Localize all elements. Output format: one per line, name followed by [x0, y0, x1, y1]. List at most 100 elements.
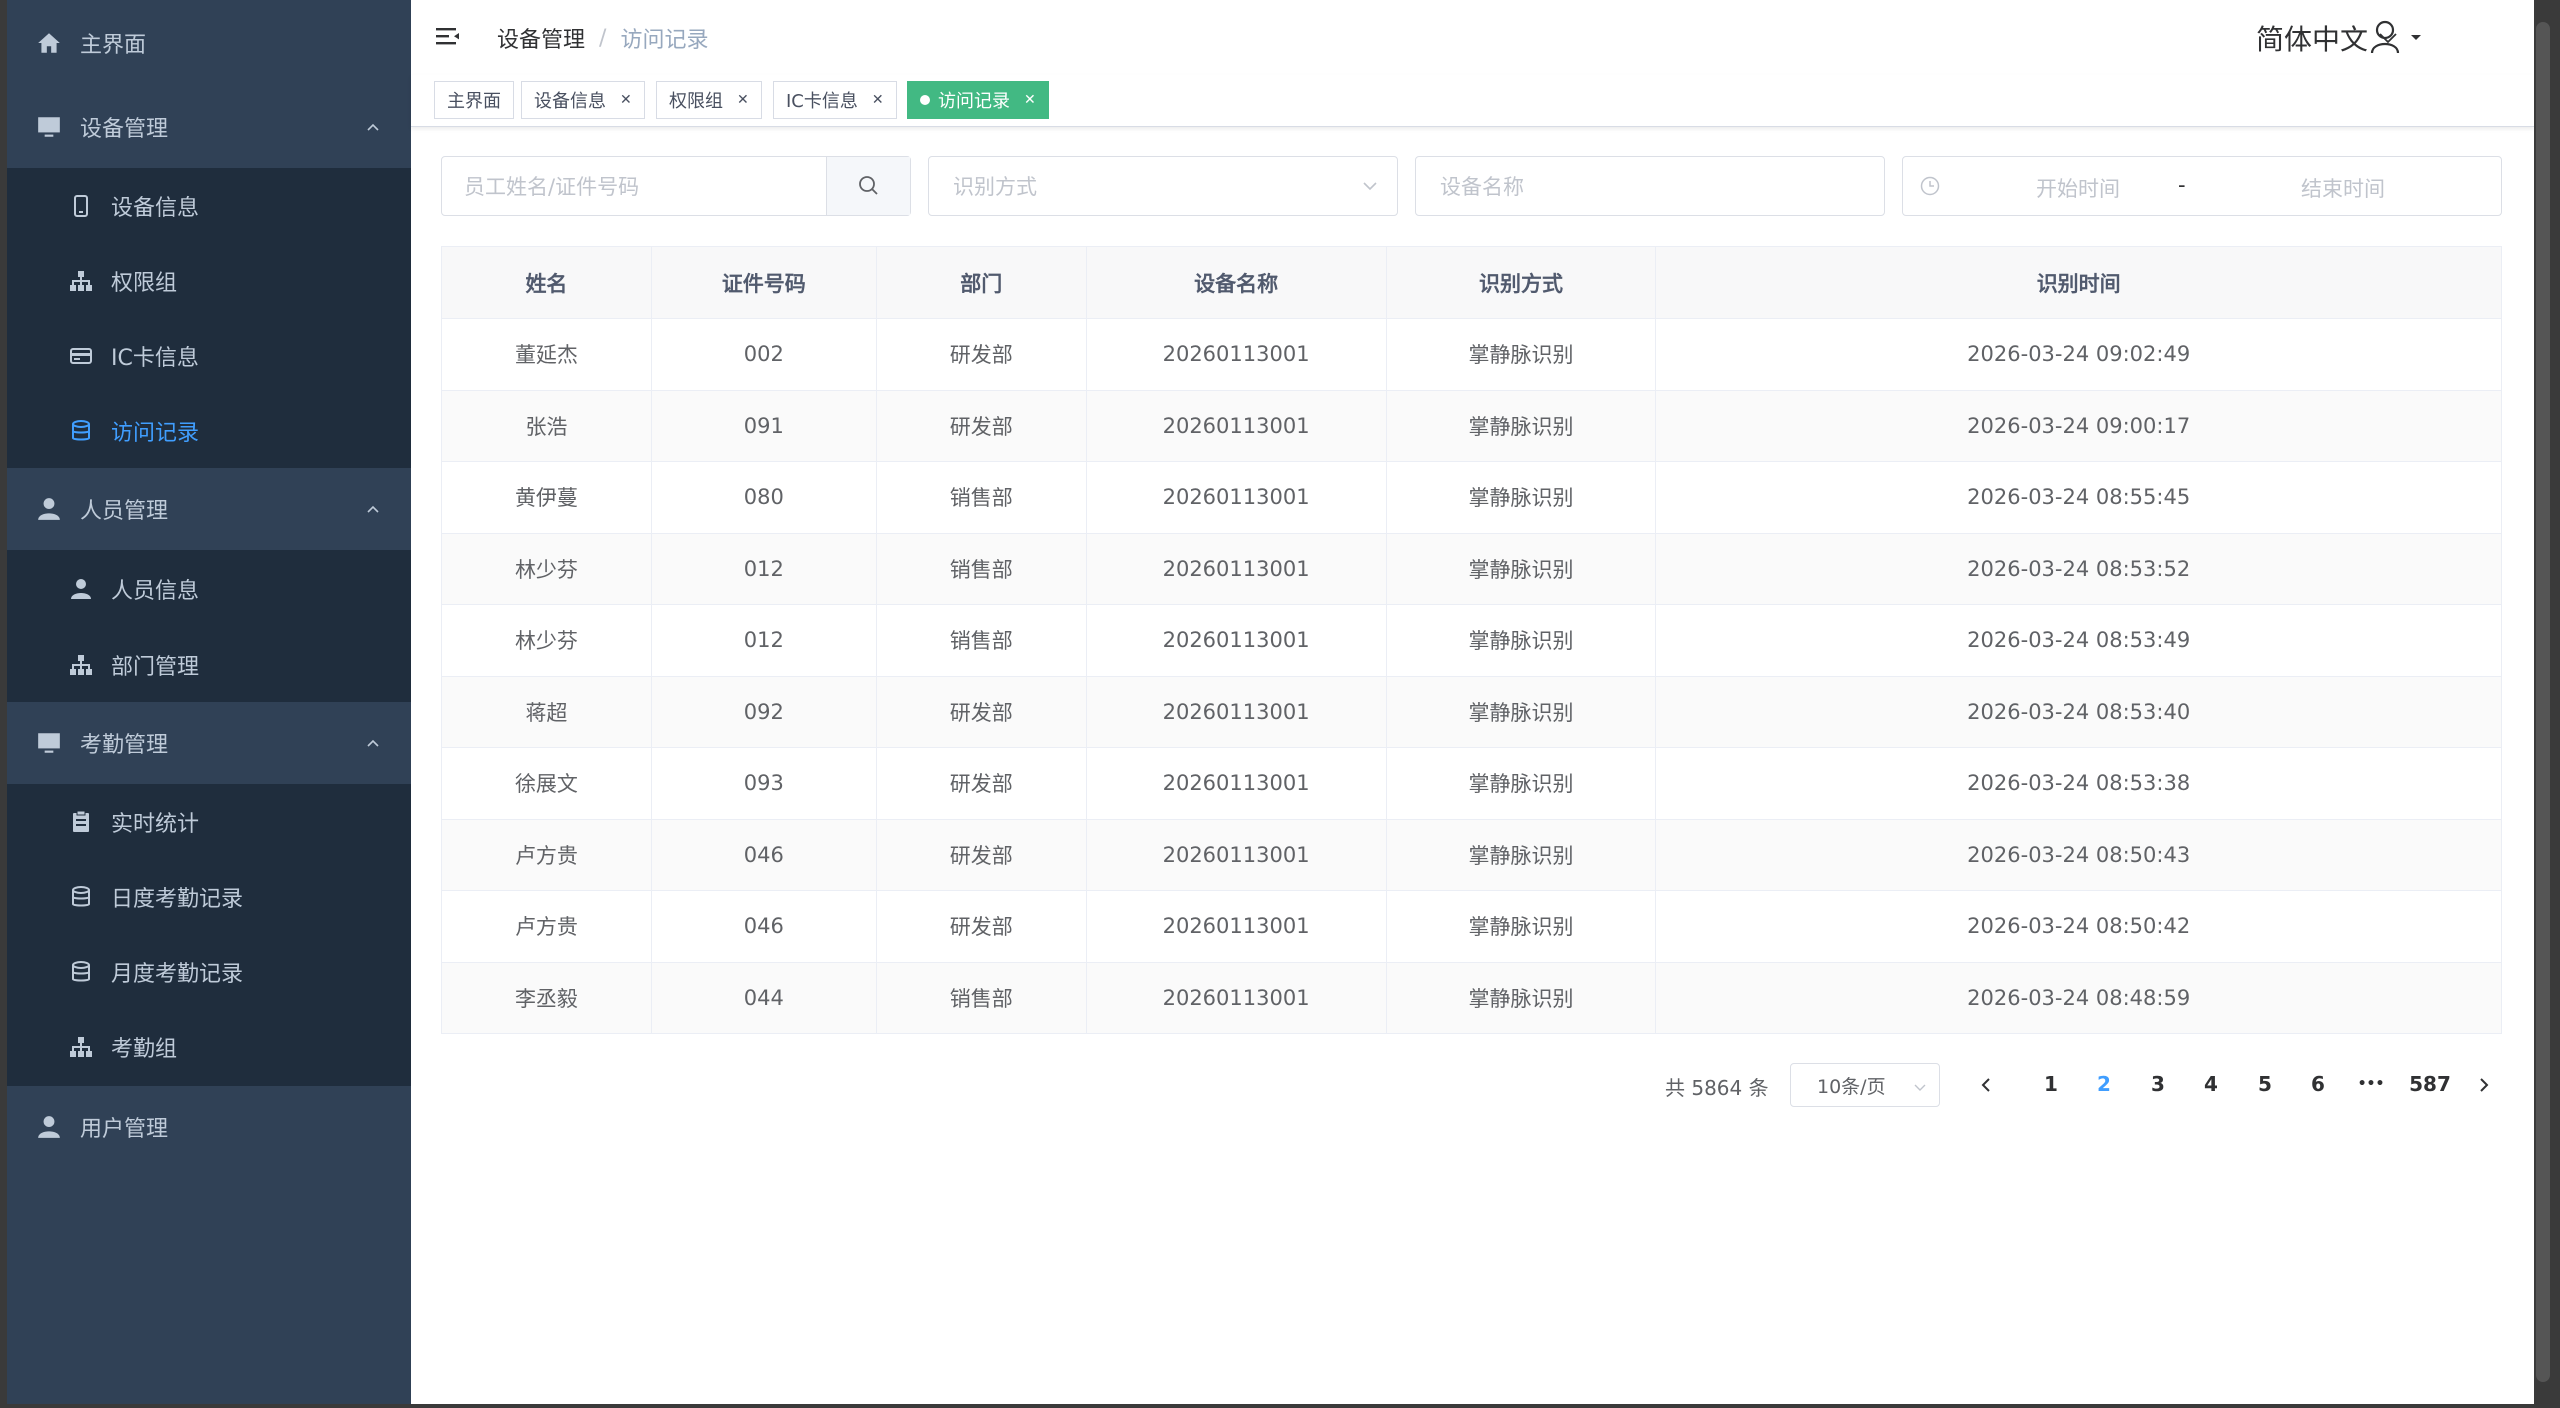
database-icon: [67, 883, 95, 911]
page-2[interactable]: 2: [2084, 1072, 2124, 1096]
page-size-select[interactable]: 10条/页: [1790, 1063, 1940, 1107]
search-input[interactable]: 员工姓名/证件号码: [442, 171, 827, 201]
page-5[interactable]: 5: [2245, 1072, 2285, 1096]
cell-id-number: 044: [651, 962, 877, 1034]
sidebar-group-personnel[interactable]: 人员管理: [7, 468, 411, 550]
column-header-id-number: 证件号码: [650, 246, 877, 319]
cell-device-name: 20260113001: [1086, 604, 1387, 677]
chevron-up-icon: [367, 739, 379, 747]
end-time-input[interactable]: 结束时间: [2273, 173, 2413, 203]
cell-id-number: 012: [651, 533, 877, 605]
user-icon: [67, 575, 95, 603]
sidebar-item-attendance-group[interactable]: 考勤组: [7, 1009, 411, 1084]
cell-name: 李丞毅: [441, 962, 652, 1034]
sidebar-item-label: 部门管理: [111, 654, 200, 680]
tablet-icon: [67, 192, 95, 220]
user-menu[interactable]: [2369, 20, 2423, 54]
chevron-right-icon[interactable]: [2475, 1076, 2493, 1094]
chevron-left-icon[interactable]: [1977, 1076, 1995, 1094]
start-time-input[interactable]: 开始时间: [2008, 173, 2148, 203]
cell-name: 林少芬: [441, 604, 652, 677]
cell-department: 销售部: [876, 962, 1087, 1034]
breadcrumb-access-records: 访问记录: [620, 28, 709, 53]
tag-access-records[interactable]: 访问记录 ✕: [907, 81, 1049, 119]
cell-department: 研发部: [876, 890, 1087, 963]
page-3[interactable]: 3: [2138, 1072, 2178, 1096]
monitor-icon: [34, 112, 64, 142]
page-1[interactable]: 1: [2031, 1072, 2071, 1096]
table-row: 董延杰 002 研发部 20260113001 掌静脉识别 2026-03-24…: [441, 318, 2502, 391]
sidebar-item-label: IC卡信息: [111, 345, 199, 371]
cell-method: 掌静脉识别: [1386, 819, 1657, 891]
tag-home[interactable]: 主界面: [434, 81, 514, 119]
scrollbar-thumb[interactable]: [2536, 22, 2550, 1382]
cell-method: 掌静脉识别: [1386, 676, 1657, 748]
breadcrumb: 设备管理 / 访问记录: [497, 22, 708, 54]
cell-name: 蒋超: [441, 676, 652, 748]
cell-name: 卢方贵: [441, 819, 652, 891]
sidebar-item-label: 主界面: [80, 33, 147, 58]
sidebar-item-label: 考勤组: [111, 1036, 178, 1062]
sidebar-item-users[interactable]: 用户管理: [7, 1086, 411, 1168]
date-range-picker[interactable]: 开始时间 - 结束时间: [1902, 156, 2502, 216]
sidebar-item-realtime-stats[interactable]: 实时统计: [7, 784, 411, 859]
tag-label: 设备信息: [534, 91, 606, 112]
clock-icon: [1920, 176, 1940, 196]
table-row: 卢方贵 046 研发部 20260113001 掌静脉识别 2026-03-24…: [441, 890, 2502, 963]
page-4[interactable]: 4: [2191, 1072, 2231, 1096]
sidebar-item-personnel-info[interactable]: 人员信息: [7, 551, 411, 626]
table-row: 蒋超 092 研发部 20260113001 掌静脉识别 2026-03-24 …: [441, 676, 2502, 748]
search-button[interactable]: [826, 157, 910, 215]
column-header-time: 识别时间: [1655, 246, 2502, 319]
user-icon: [34, 1112, 64, 1142]
search-input-group: 员工姓名/证件号码: [441, 156, 911, 216]
sidebar-item-permission-group[interactable]: 权限组: [7, 243, 411, 318]
tag-device-info[interactable]: 设备信息 ✕: [521, 81, 645, 119]
tag-permission-group[interactable]: 权限组 ✕: [656, 81, 762, 119]
sidebar-item-label: 日度考勤记录: [111, 886, 244, 912]
cell-time: 2026-03-24 08:50:42: [1655, 890, 2502, 963]
cell-time: 2026-03-24 08:53:49: [1655, 604, 2502, 677]
access-records-table: 姓名 证件号码 部门 设备名称 识别方式 识别时间 董延杰 002 研发部 20…: [441, 246, 2502, 1034]
sidebar-item-label: 权限组: [111, 270, 178, 296]
sidebar-item-ic-card[interactable]: IC卡信息: [7, 318, 411, 393]
sidebar-item-device-info[interactable]: 设备信息: [7, 168, 411, 243]
hamburger-icon[interactable]: [435, 24, 461, 50]
sidebar-group-device[interactable]: 设备管理: [7, 86, 411, 168]
active-dot-icon: [920, 95, 930, 105]
sidebar-item-home[interactable]: 主界面: [7, 2, 411, 84]
cell-device-name: 20260113001: [1086, 890, 1387, 963]
close-icon[interactable]: ✕: [737, 92, 749, 108]
breadcrumb-device-management[interactable]: 设备管理: [497, 22, 585, 54]
sidebar-item-label: 考勤管理: [80, 733, 169, 758]
cell-id-number: 092: [651, 676, 877, 748]
submenu-attendance: 实时统计 日度考勤记录 月度考勤记录 考勤组: [7, 784, 411, 1086]
cell-id-number: 091: [651, 390, 877, 462]
sidebar-item-monthly-attendance[interactable]: 月度考勤记录: [7, 934, 411, 1009]
table-header-row: 姓名 证件号码 部门 设备名称 识别方式 识别时间: [441, 246, 2502, 319]
close-icon[interactable]: ✕: [872, 92, 884, 108]
page-ellipsis[interactable]: •••: [2351, 1076, 2391, 1092]
sidebar-item-daily-attendance[interactable]: 日度考勤记录: [7, 859, 411, 934]
sidebar-group-attendance[interactable]: 考勤管理: [7, 702, 411, 784]
cell-department: 销售部: [876, 533, 1087, 605]
user-avatar-icon: [2370, 20, 2400, 54]
card-icon: [67, 342, 95, 370]
sidebar-item-access-records[interactable]: 访问记录: [7, 393, 411, 468]
cell-time: 2026-03-24 08:55:45: [1655, 461, 2502, 534]
device-name-input[interactable]: 设备名称: [1415, 156, 1885, 216]
close-icon[interactable]: ✕: [620, 92, 632, 108]
close-icon[interactable]: ✕: [1024, 92, 1036, 108]
page-last[interactable]: 587: [2405, 1072, 2455, 1096]
cell-device-name: 20260113001: [1086, 390, 1387, 462]
database-icon: [67, 958, 95, 986]
tag-ic-card[interactable]: IC卡信息 ✕: [773, 81, 897, 119]
cell-id-number: 002: [651, 318, 877, 391]
pagination-total: 共 5864 条: [1665, 1076, 1769, 1100]
recognition-method-select[interactable]: 识别方式: [928, 156, 1398, 216]
tag-label: IC卡信息: [786, 91, 858, 112]
main-panel: 设备管理 / 访问记录 简体中文 主界面 设备信息 ✕ 权限组 ✕ IC卡信息 …: [411, 0, 2534, 1404]
page-6[interactable]: 6: [2298, 1072, 2338, 1096]
sidebar-item-department[interactable]: 部门管理: [7, 627, 411, 702]
cell-name: 徐展文: [441, 747, 652, 820]
